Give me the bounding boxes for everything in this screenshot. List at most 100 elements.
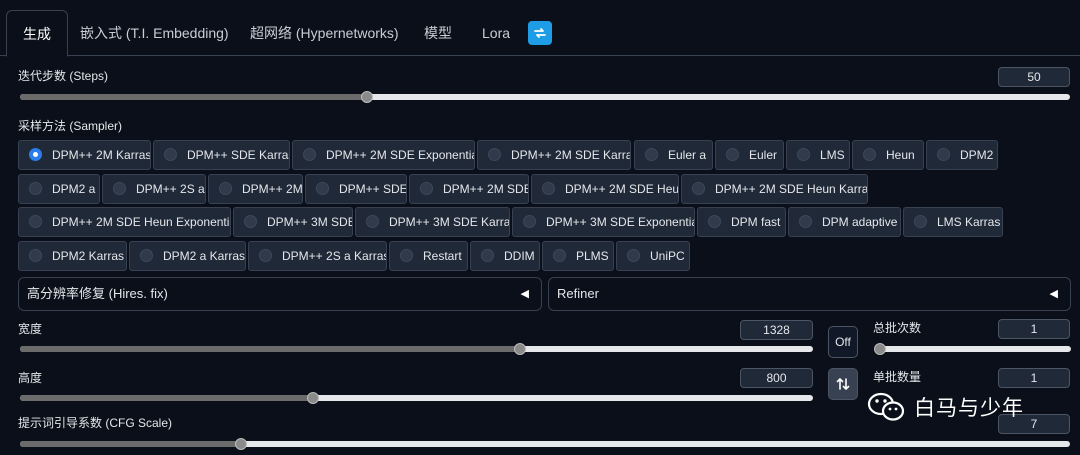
sampler-option[interactable]: LMS <box>786 140 850 170</box>
sampler-option[interactable]: DPM fast <box>697 207 786 237</box>
sampler-option[interactable]: LMS Karras <box>903 207 1003 237</box>
sampler-option[interactable]: DPM adaptive <box>788 207 901 237</box>
radio-icon <box>863 148 876 162</box>
sampler-option[interactable]: Restart <box>389 241 468 271</box>
radio-icon <box>692 182 705 196</box>
radio-icon <box>29 148 42 162</box>
radio-icon <box>708 215 721 229</box>
height-slider-handle[interactable] <box>307 392 320 404</box>
sampler-option[interactable]: DPM++ 2M SDE <box>409 174 529 204</box>
radio-icon <box>937 148 950 162</box>
sampler-option[interactable]: DPM++ 2M SDE Karras <box>477 140 631 170</box>
sampler-option[interactable]: UniPC <box>616 241 690 271</box>
height-slider[interactable] <box>20 395 813 401</box>
radio-icon <box>797 148 810 162</box>
height-slider-fill <box>20 395 314 401</box>
watermark: 白马与少年 <box>866 391 1024 423</box>
wechat-icon <box>867 392 905 421</box>
radio-icon <box>481 249 494 263</box>
height-input[interactable]: 800 <box>740 368 813 388</box>
sampler-option[interactable]: DPM++ 2M SDE Heun Karras <box>681 174 868 204</box>
sampler-option[interactable]: DPM++ 3M SDE Exponential <box>512 207 695 237</box>
radio-icon <box>400 249 413 263</box>
radio-icon <box>140 249 153 263</box>
cfg-slider[interactable] <box>20 441 1070 447</box>
sampler-option[interactable]: DDIM <box>470 241 540 271</box>
radio-icon <box>259 249 272 263</box>
collapse-triangle-icon: ◀ <box>520 288 529 300</box>
sampler-option[interactable]: Euler <box>715 140 784 170</box>
steps-input[interactable]: 50 <box>998 67 1070 87</box>
collapse-triangle-icon: ◀ <box>1049 288 1058 300</box>
radio-icon <box>29 182 42 196</box>
tab-generate[interactable]: 生成 <box>6 10 68 57</box>
batch-count-slider-handle[interactable] <box>874 343 886 355</box>
tab-lora[interactable]: Lora <box>466 10 526 56</box>
tab-hypernetworks[interactable]: 超网络 (Hypernetworks) <box>234 10 415 56</box>
swap-dimensions-icon[interactable] <box>828 368 858 400</box>
width-slider[interactable] <box>20 346 813 352</box>
width-slider-fill <box>20 346 520 352</box>
batch-count-label: 总批次数 <box>873 321 922 335</box>
sampler-option[interactable]: DPM2 Karras <box>18 241 127 271</box>
radio-icon <box>420 182 433 196</box>
radio-icon <box>542 182 555 196</box>
sampler-option[interactable]: DPM++ 2M Karras <box>18 140 151 170</box>
width-input[interactable]: 1328 <box>740 320 813 340</box>
steps-slider[interactable] <box>20 94 1070 100</box>
off-button[interactable]: Off <box>828 326 858 358</box>
sampler-label: 采样方法 (Sampler) <box>18 119 123 133</box>
radio-icon <box>553 249 566 263</box>
sampler-option[interactable]: DPM++ SDE <box>305 174 407 204</box>
sampler-option[interactable]: DPM2 a Karras <box>129 241 246 271</box>
radio-icon <box>244 215 257 229</box>
sampler-option[interactable]: DPM++ 2S a <box>102 174 206 204</box>
sampler-option[interactable]: DPM++ 2M SDE Heun <box>531 174 679 204</box>
radio-icon <box>914 215 927 229</box>
refiner-label: Refiner <box>557 286 599 301</box>
batch-size-input[interactable]: 1 <box>998 368 1070 388</box>
sampler-option[interactable]: Euler a <box>634 140 713 170</box>
cfg-slider-fill <box>20 441 241 447</box>
watermark-text: 白马与少年 <box>914 397 1024 420</box>
radio-icon <box>366 215 379 229</box>
radio-icon <box>316 182 329 196</box>
steps-label: 迭代步数 (Steps) <box>18 69 109 83</box>
refresh-icon[interactable] <box>528 21 552 45</box>
sampler-option[interactable]: Heun <box>852 140 924 170</box>
sampler-option[interactable]: DPM++ 3M SDE Karras <box>355 207 510 237</box>
tab-bar: 生成 嵌入式 (T.I. Embedding) 超网络 (Hypernetwor… <box>0 0 1080 57</box>
sampler-option[interactable]: DPM2 a <box>18 174 100 204</box>
cfg-label: 提示词引导系数 (CFG Scale) <box>18 416 173 430</box>
refiner-accordion[interactable]: Refiner ◀ <box>548 277 1071 311</box>
radio-icon <box>113 182 126 196</box>
radio-icon <box>164 148 177 162</box>
tab-embedding[interactable]: 嵌入式 (T.I. Embedding) <box>64 10 245 56</box>
cfg-slider-handle[interactable] <box>234 438 247 450</box>
sampler-option[interactable]: DPM++ 2S a Karras <box>248 241 387 271</box>
radio-icon <box>799 215 812 229</box>
batch-count-input[interactable]: 1 <box>998 319 1070 339</box>
sampler-option[interactable]: DPM2 <box>926 140 998 170</box>
sampler-option[interactable]: DPM++ 3M SDE <box>233 207 353 237</box>
width-slider-handle[interactable] <box>513 343 526 355</box>
radio-icon <box>219 182 232 196</box>
hires-fix-label: 高分辨率修复 (Hires. fix) <box>27 286 168 301</box>
steps-slider-fill <box>20 94 367 100</box>
sampler-option[interactable]: DPM++ SDE Karras <box>153 140 290 170</box>
sampler-option[interactable]: DPM++ 2M <box>208 174 303 204</box>
hires-fix-accordion[interactable]: 高分辨率修复 (Hires. fix) ◀ <box>18 277 542 311</box>
radio-icon <box>627 249 640 263</box>
sampler-option[interactable]: DPM++ 2M SDE Heun Exponential <box>18 207 231 237</box>
radio-icon <box>488 148 501 162</box>
radio-icon <box>523 215 536 229</box>
sampler-option[interactable]: PLMS <box>542 241 614 271</box>
sampler-option[interactable]: DPM++ 2M SDE Exponential <box>292 140 475 170</box>
tab-models[interactable]: 模型 <box>408 10 468 56</box>
radio-icon <box>303 148 316 162</box>
radio-icon <box>29 249 42 263</box>
radio-icon <box>29 215 42 229</box>
batch-count-slider[interactable] <box>875 346 1071 352</box>
radio-icon <box>645 148 658 162</box>
steps-slider-handle[interactable] <box>360 91 373 103</box>
